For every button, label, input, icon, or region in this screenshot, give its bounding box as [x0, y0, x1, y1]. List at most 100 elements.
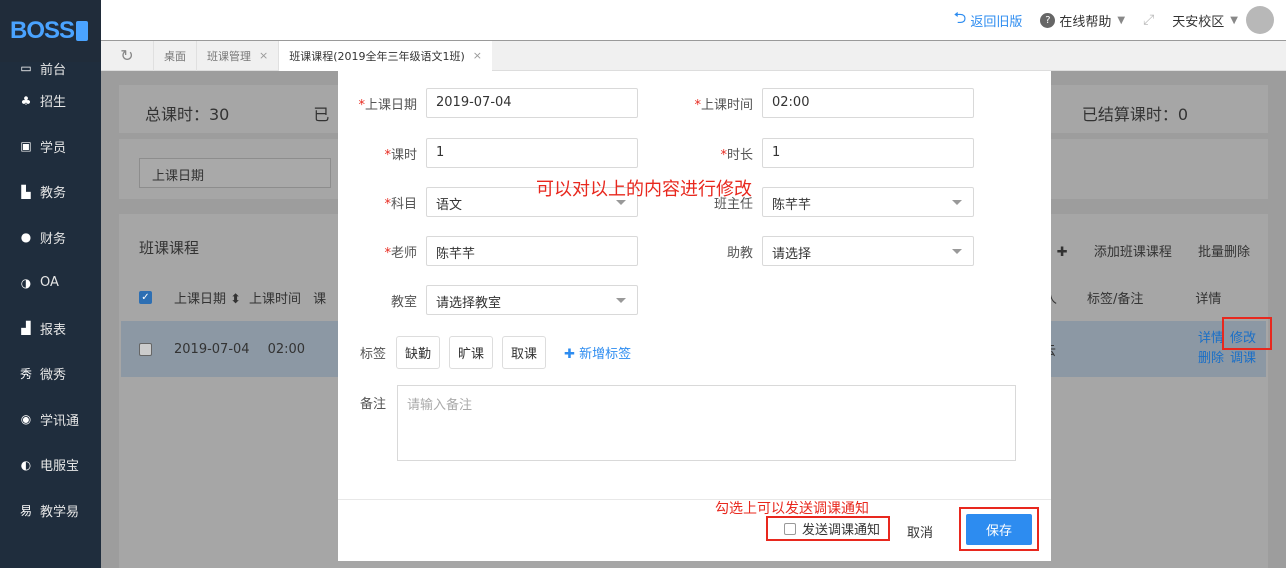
total-hours: 总课时：30 已	[145, 105, 330, 124]
teacher-input[interactable]: 陈芊芊	[426, 236, 638, 266]
detail-link[interactable]: 详情	[1198, 331, 1224, 346]
teacher-field: *老师 陈芊芊	[338, 236, 638, 266]
close-icon[interactable]: ×	[473, 49, 482, 62]
chevron-down-icon: ▼	[1117, 14, 1126, 26]
hours-input[interactable]: 1	[426, 138, 638, 168]
remark-label: 备注	[360, 397, 387, 412]
save-highlight: 保存	[959, 507, 1039, 551]
weixiu-icon: 秀	[19, 367, 32, 382]
campus-label: 天安校区	[1172, 14, 1225, 30]
avatar[interactable]	[1246, 6, 1274, 34]
select-all-checkbox[interactable]: ✓	[139, 290, 152, 304]
sidebar-item-label: 教学易	[40, 504, 80, 520]
column-header: 标签/备注	[1087, 291, 1144, 307]
column-header[interactable]: 上课日期 ⬍	[174, 288, 241, 307]
sidebar-item-label: 财务	[40, 231, 67, 247]
cancel-button[interactable]: 取消	[894, 517, 946, 545]
sidebar-item-report[interactable]: ▟ 报表	[0, 306, 101, 352]
column-header: 上课时间	[249, 291, 302, 307]
duration-input[interactable]: 1	[762, 138, 974, 168]
time-field: *上课时间 02:00	[674, 88, 974, 118]
help-icon: ?	[1040, 12, 1056, 28]
row-date: 2019-07-04	[174, 341, 250, 357]
sidebar-item-label: 前台	[40, 62, 67, 78]
close-icon[interactable]: ×	[259, 49, 268, 62]
classroom-field: 教室 请选择教室	[338, 285, 638, 315]
tag-absent[interactable]: 缺勤	[396, 336, 441, 369]
topbar: ⮌ 返回旧版 ? 在线帮助 ▼ ⤢ 天安校区 ▼	[101, 0, 1286, 40]
tags-label: 标签	[360, 347, 387, 362]
tab-class-course[interactable]: 班课课程(2019全年三年级语文1班) ×	[278, 40, 493, 71]
undo-icon: ⮌	[953, 7, 967, 27]
edit-highlight	[1222, 317, 1272, 350]
oa-icon: ◑	[20, 275, 32, 290]
send-notice-checkbox[interactable]: 发送调课通知	[766, 516, 890, 541]
sidebar-item-finance[interactable]: ● 财务	[0, 215, 101, 261]
sidebar-item-dianfubao[interactable]: ◐ 电服宝	[0, 442, 101, 488]
column-header: 课	[313, 291, 327, 307]
desk-icon: ▭	[20, 61, 32, 75]
sidebar-item-xuexuntong[interactable]: ◉ 学讯通	[0, 397, 101, 443]
sidebar-item-recruit[interactable]: ♣ 招生	[0, 78, 101, 124]
column-header: 详情	[1195, 291, 1222, 307]
report-icon: ▟	[21, 321, 31, 336]
tag-cancel[interactable]: 取课	[502, 336, 547, 369]
logo[interactable]: BOSS	[0, 0, 101, 62]
help-label: 在线帮助	[1059, 14, 1112, 30]
add-tag-button[interactable]: ✚ 新增标签	[564, 343, 631, 362]
sidebar-item-label: OA	[40, 275, 59, 291]
reschedule-link[interactable]: 调课	[1230, 351, 1256, 366]
chevron-down-icon: ▼	[1230, 14, 1238, 26]
tags-row: 标签 缺勤 旷课 取课 ✚ 新增标签	[360, 336, 631, 369]
sidebar: BOSS ▭ 前台 ♣ 招生 ▣ 学员 ▙ 教务 ● 财务 ◑ OA ▟ 报表 …	[0, 0, 101, 568]
tab-bar: ↻ 桌面 班课管理 × 班课课程(2019全年三年级语文1班) ×	[101, 40, 1286, 71]
delete-link[interactable]: 删除	[1198, 351, 1224, 366]
sidebar-item-oa[interactable]: ◑ OA	[0, 260, 101, 306]
row-time: 02:00	[267, 341, 306, 357]
list-title: 班课课程	[139, 239, 200, 257]
academic-icon: ▙	[21, 184, 31, 199]
annotation-edit-hint: 可以对以上的内容进行修改	[536, 179, 752, 200]
save-button[interactable]: 保存	[966, 514, 1032, 545]
logo-mark-icon	[76, 21, 89, 41]
add-course-button[interactable]: ✚ 添加班课课程	[1057, 245, 1172, 260]
assistant-select[interactable]: 请选择	[762, 236, 974, 266]
fullscreen-button[interactable]: ⤢	[1143, 12, 1154, 28]
table-header-right: 建人 标签/备注 详情	[1031, 279, 1221, 315]
tab-class-management[interactable]: 班课管理 ×	[196, 40, 278, 71]
tab-label: 桌面	[164, 49, 186, 63]
checkbox-icon	[784, 522, 796, 535]
sidebar-item-label: 微秀	[40, 368, 67, 384]
sidebar-item-label: 报表	[40, 322, 67, 338]
remark-textarea[interactable]: 请输入备注	[397, 385, 1016, 461]
list-actions: ✚ 添加班课课程 批量删除	[1035, 241, 1250, 260]
head-teacher-select[interactable]: 陈芊芊	[762, 187, 974, 217]
tab-label: 班课课程(2019全年三年级语文1班)	[289, 49, 465, 63]
batch-delete-button[interactable]: 批量删除	[1198, 245, 1250, 260]
sidebar-item-student[interactable]: ▣ 学员	[0, 124, 101, 170]
time-input[interactable]: 02:00	[762, 88, 974, 118]
sidebar-item-label: 招生	[40, 95, 67, 111]
back-old-version-link[interactable]: ⮌ 返回旧版	[954, 7, 1023, 34]
sidebar-item-weixiu[interactable]: 秀 微秀	[0, 351, 101, 397]
sidebar-item-label: 学讯通	[40, 413, 80, 429]
classroom-select[interactable]: 请选择教室	[426, 285, 638, 315]
sidebar-item-label: 教务	[40, 186, 67, 202]
tag-truant[interactable]: 旷课	[449, 336, 494, 369]
date-filter-input[interactable]: 上课日期	[139, 158, 331, 188]
duration-field: *时长 1	[674, 138, 974, 168]
logo-text: BOSS	[10, 17, 75, 44]
campus-menu[interactable]: 天安校区 ▼	[1172, 6, 1274, 34]
sidebar-item-academic[interactable]: ▙ 教务	[0, 169, 101, 215]
date-input[interactable]: 2019-07-04	[426, 88, 638, 118]
notify-label: 发送调课通知	[802, 523, 881, 538]
sidebar-item-desk[interactable]: ▭ 前台	[0, 58, 101, 78]
phone-service-icon: ◐	[20, 457, 32, 472]
date-field: *上课日期 2019-07-04	[338, 88, 638, 118]
tab-desk[interactable]: 桌面	[153, 40, 196, 71]
refresh-icon[interactable]: ↻	[101, 46, 153, 65]
online-help-menu[interactable]: ? 在线帮助 ▼	[1040, 11, 1125, 30]
sidebar-item-jiaoxueyi[interactable]: 易 教学易	[0, 488, 101, 534]
assistant-field: 助教 请选择	[674, 236, 974, 266]
row-checkbox[interactable]	[139, 342, 152, 356]
